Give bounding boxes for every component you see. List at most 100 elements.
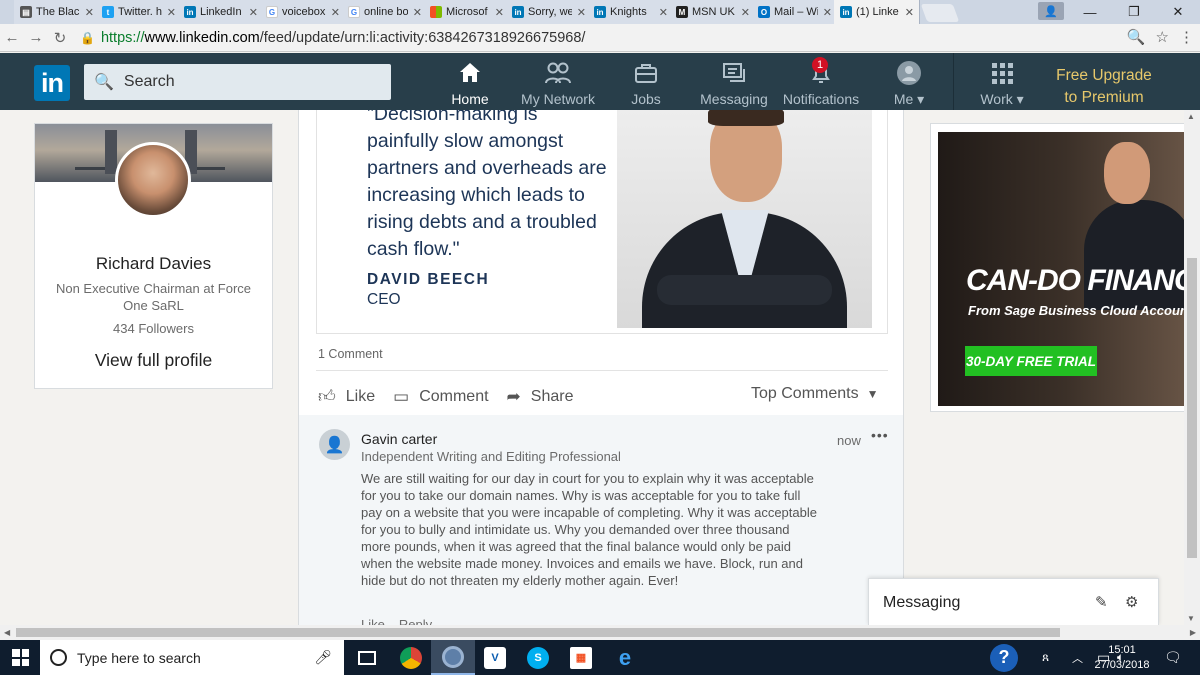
scroll-thumb[interactable] bbox=[16, 628, 1060, 637]
cortana-icon bbox=[50, 649, 67, 666]
browser-tab[interactable]: M MSN UK ✕ bbox=[670, 0, 756, 24]
horizontal-scrollbar[interactable]: ◀ ▶ bbox=[0, 625, 1200, 640]
restore-icon[interactable]: ❐ bbox=[1112, 0, 1156, 24]
reload-icon[interactable]: ↻ bbox=[48, 29, 72, 47]
microsoft-icon bbox=[430, 6, 442, 18]
help-icon[interactable]: ? bbox=[990, 640, 1018, 675]
browser-tab[interactable]: in LinkedIn ✕ bbox=[178, 0, 264, 24]
browser-tab[interactable]: O Mail – Wi ✕ bbox=[752, 0, 838, 24]
nav-messaging[interactable]: Messaging bbox=[700, 61, 768, 107]
people-icon[interactable]: ጸ bbox=[1042, 640, 1049, 675]
taskbar-search[interactable]: Type here to search 🎤︎ bbox=[40, 640, 344, 675]
comment-sort-dropdown[interactable]: Top Comments ▼ bbox=[751, 385, 878, 403]
feed-post: "Decision-making is painfully slow among… bbox=[298, 110, 904, 625]
post-image[interactable]: "Decision-making is painfully slow among… bbox=[316, 110, 888, 334]
scroll-down-icon[interactable]: ▼ bbox=[1187, 614, 1195, 623]
scroll-right-icon[interactable]: ▶ bbox=[1190, 628, 1196, 637]
nav-work[interactable]: Work ▾ bbox=[978, 61, 1026, 108]
forward-icon[interactable]: → bbox=[24, 29, 48, 46]
nav-jobs[interactable]: Jobs bbox=[628, 61, 664, 107]
commenter-name[interactable]: Gavin carter bbox=[361, 431, 437, 447]
back-icon[interactable]: ← bbox=[0, 29, 24, 46]
profile-headline: Non Executive Chairman at Force One SaRL bbox=[55, 281, 252, 313]
browser-tab[interactable]: in Knights ✕ bbox=[588, 0, 674, 24]
share-button[interactable]: ➦ Share bbox=[507, 387, 574, 407]
ad-card[interactable]: CAN-DO FINANCE From Sage Business Cloud … bbox=[930, 123, 1193, 412]
scroll-thumb[interactable] bbox=[1187, 258, 1197, 558]
minimize-icon[interactable]: — bbox=[1068, 0, 1112, 24]
defender-icon[interactable]: V bbox=[473, 640, 517, 675]
search-input[interactable] bbox=[123, 73, 384, 91]
compose-icon[interactable]: ✎ bbox=[1095, 593, 1108, 611]
bookmark-star-icon[interactable]: ☆ bbox=[1156, 28, 1169, 46]
profile-name[interactable]: Richard Davies bbox=[35, 254, 272, 274]
vertical-scrollbar[interactable]: ▲ ▼ bbox=[1184, 110, 1200, 625]
skype-icon[interactable]: S bbox=[516, 640, 560, 675]
browser-tab[interactable]: t Twitter. h ✕ bbox=[96, 0, 182, 24]
commenter-headline: Independent Writing and Editing Professi… bbox=[361, 449, 621, 464]
more-options-icon[interactable]: ••• bbox=[871, 427, 889, 443]
profile-icon[interactable]: 👤 bbox=[1038, 2, 1064, 20]
like-button[interactable]: 👍︎ Like bbox=[318, 386, 375, 407]
close-window-icon[interactable]: ✕ bbox=[1156, 0, 1200, 24]
quote-author: DAVID BEECH bbox=[367, 271, 490, 288]
task-view-icon[interactable] bbox=[345, 640, 389, 675]
post-actions: 👍︎ Like ▭ Comment ➦ Share bbox=[318, 386, 592, 407]
browser-tab-active[interactable]: in (1) Linke ✕ bbox=[834, 0, 920, 24]
menu-icon[interactable]: ⋮ bbox=[1179, 28, 1194, 46]
store-icon[interactable]: ▦ bbox=[559, 640, 603, 675]
comment-button[interactable]: ▭ Comment bbox=[393, 387, 488, 407]
action-center-icon[interactable]: 🗨︎ bbox=[1164, 640, 1182, 675]
zoom-icon[interactable]: 🔍 bbox=[1127, 28, 1146, 46]
nav-notifications[interactable]: 1 Notifications bbox=[782, 57, 860, 107]
browser-tab[interactable]: Gonline bo ✕ bbox=[342, 0, 428, 24]
linkedin-navbar: in 🔍 Home My Network Jobs Messaging 1 No… bbox=[0, 53, 1200, 110]
network-icon bbox=[545, 62, 571, 84]
windows-start-icon[interactable] bbox=[12, 649, 29, 666]
comment-reply-link[interactable]: Reply bbox=[399, 617, 432, 625]
comment-actions: Like Reply bbox=[361, 617, 446, 625]
view-profile-link[interactable]: View full profile bbox=[35, 350, 272, 371]
browser-tab[interactable]: ▤The Black✕ bbox=[14, 0, 100, 24]
new-tab-button[interactable] bbox=[920, 4, 960, 22]
chrome-icon[interactable] bbox=[389, 640, 433, 675]
linkedin-icon: in bbox=[512, 6, 524, 18]
ad-subtitle: From Sage Business Cloud Accounting bbox=[968, 303, 1193, 318]
close-icon[interactable]: ✕ bbox=[900, 6, 919, 19]
scroll-left-icon[interactable]: ◀ bbox=[4, 628, 10, 637]
comment-text: We are still waiting for our day in cour… bbox=[361, 471, 817, 588]
chrome-active-icon[interactable] bbox=[431, 640, 475, 675]
window-controls: — ❐ ✕ bbox=[1068, 0, 1200, 24]
comment-count[interactable]: 1 Comment bbox=[318, 347, 383, 361]
linkedin-logo[interactable]: in bbox=[34, 65, 70, 101]
url-field[interactable]: 🔒 https://www.linkedin.com/feed/update/u… bbox=[80, 30, 585, 46]
messaging-panel[interactable]: Messaging ✎ ⚙ bbox=[868, 578, 1159, 625]
comment-item: 👤 Gavin carter Independent Writing and E… bbox=[299, 415, 903, 625]
nav-me[interactable]: Me ▾ bbox=[891, 61, 927, 108]
messaging-icon bbox=[723, 63, 745, 82]
post-quote: "Decision-making is painfully slow among… bbox=[367, 110, 607, 260]
nav-my-network[interactable]: My Network bbox=[520, 61, 596, 107]
tray-chevron-up-icon[interactable]: ︿ bbox=[1072, 640, 1083, 675]
comment-like-link[interactable]: Like bbox=[361, 617, 385, 625]
clock[interactable]: 15:01 27/03/2018 bbox=[1092, 643, 1152, 673]
premium-upgrade-link[interactable]: Free Upgrade to Premium bbox=[1048, 65, 1160, 109]
quote-photo bbox=[617, 110, 872, 328]
avatar-icon bbox=[897, 61, 921, 85]
gear-icon[interactable]: ⚙ bbox=[1125, 593, 1138, 611]
browser-tab[interactable]: Microsof ✕ bbox=[424, 0, 510, 24]
browser-tab[interactable]: Gvoicebox ✕ bbox=[260, 0, 346, 24]
comment-timestamp: now bbox=[837, 433, 861, 448]
scroll-up-icon[interactable]: ▲ bbox=[1187, 112, 1195, 121]
search-box[interactable]: 🔍 bbox=[84, 64, 391, 100]
browser-tab[interactable]: in Sorry, we ✕ bbox=[506, 0, 592, 24]
ad-image[interactable]: CAN-DO FINANCE From Sage Business Cloud … bbox=[938, 132, 1193, 406]
lock-icon: 🔒 bbox=[80, 30, 95, 45]
nav-home[interactable]: Home bbox=[448, 61, 492, 107]
messaging-label: Messaging bbox=[883, 594, 961, 611]
microphone-icon[interactable]: 🎤︎ bbox=[314, 649, 332, 666]
commenter-avatar[interactable]: 👤 bbox=[319, 429, 350, 460]
edge-icon[interactable]: e bbox=[603, 640, 647, 675]
ad-cta-button[interactable]: 30-DAY FREE TRIAL bbox=[965, 346, 1097, 376]
profile-avatar[interactable] bbox=[115, 142, 191, 218]
